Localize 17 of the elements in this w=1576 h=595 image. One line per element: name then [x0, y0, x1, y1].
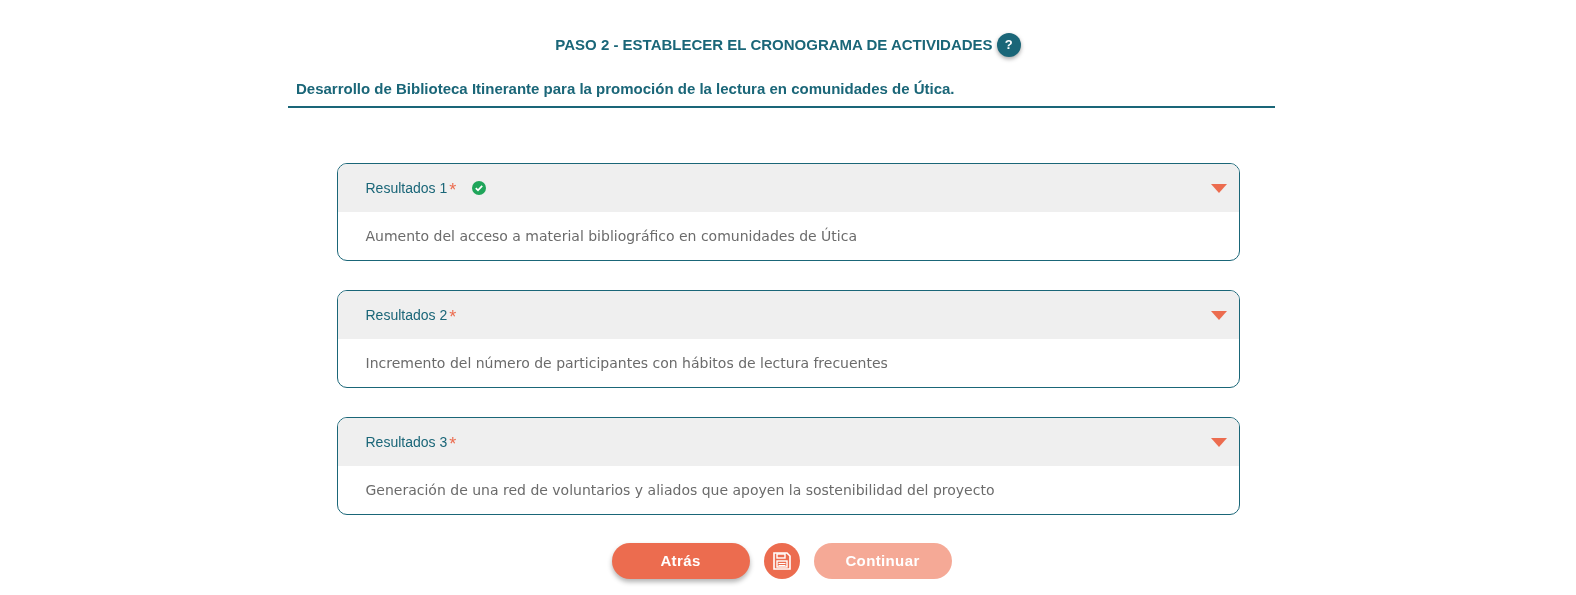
required-mark: * [449, 434, 457, 453]
result-description: Incremento del número de participantes con hábitos de lectura frecuentes [365, 353, 888, 373]
required-mark: * [449, 307, 457, 326]
caret-icon[interactable] [1210, 310, 1227, 320]
back-button[interactable]: Atrás [611, 543, 750, 579]
result-description: Generación de una red de voluntarios y aliados que apoyen la sostenibilidad del proyecto [365, 480, 995, 500]
result-label: Resultados 1 [365, 178, 448, 198]
required-mark: * [449, 180, 457, 199]
result-label: Resultados 2 [365, 305, 448, 325]
caret-icon[interactable] [1210, 437, 1227, 447]
help-button[interactable]: ? [996, 33, 1021, 57]
result-label: Resultados 3 [365, 432, 448, 452]
project-title: Desarrollo de Biblioteca Itinerante para la promoción de la lectura en comunidades de Útica. [296, 80, 955, 97]
result-description: Aumento del acceso a material bibliográfico en comunidades de Útica [365, 226, 858, 246]
save-button[interactable] [763, 543, 800, 579]
step-title: PASO 2 - ESTABLECER EL CRONOGRAMA DE ACTIVIDADES [555, 34, 993, 55]
caret-icon[interactable] [1210, 183, 1227, 193]
